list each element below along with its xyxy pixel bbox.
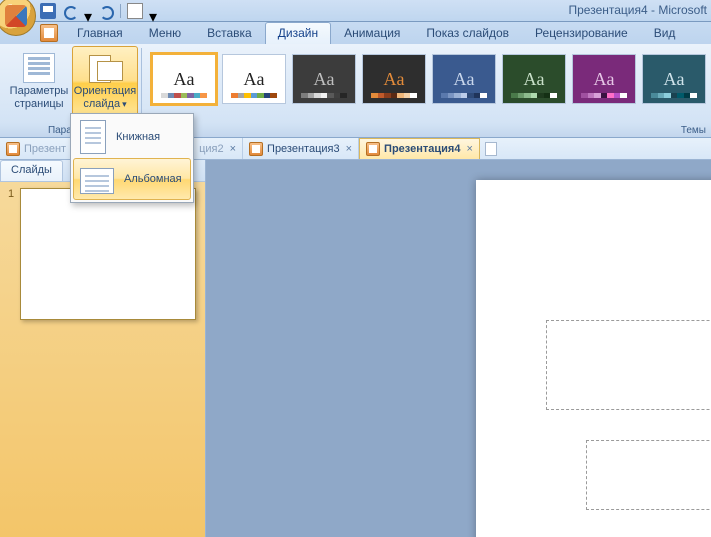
undo-icon[interactable]	[62, 3, 78, 19]
undo-dropdown-icon[interactable]: ▾	[84, 7, 92, 15]
thumbnail-row[interactable]: 1	[8, 188, 197, 320]
orientation-dropdown: Книжная Альбомная	[70, 113, 194, 203]
theme-sample-text: Aa	[664, 70, 685, 88]
theme-swatch-row	[371, 93, 417, 98]
subtitle-placeholder[interactable]: Под	[586, 440, 711, 510]
portrait-icon	[80, 120, 106, 154]
page-parameters-button[interactable]: Параметры страницы	[6, 46, 72, 118]
close-icon[interactable]: ×	[466, 143, 472, 155]
theme-thumbnail[interactable]: Aa	[222, 54, 286, 104]
ribbon-tabs: Главная Меню Вставка Дизайн Анимация Пок…	[0, 22, 711, 44]
theme-swatch-row	[231, 93, 277, 98]
tab-home[interactable]: Главная	[64, 22, 136, 44]
theme-thumbnail[interactable]: Aa	[362, 54, 426, 104]
theme-thumbnail[interactable]: Aa	[502, 54, 566, 104]
save-icon[interactable]	[40, 3, 56, 19]
doc-tab[interactable]: Презентация3 ×	[243, 138, 359, 159]
slide-orientation-button[interactable]: Ориентация слайда	[72, 46, 138, 118]
theme-sample-text: Aa	[524, 70, 545, 88]
tab-insert[interactable]: Вставка	[194, 22, 265, 44]
new-document-button[interactable]	[480, 138, 502, 159]
theme-thumbnail[interactable]: Aa	[432, 54, 496, 104]
page-parameters-icon	[23, 53, 55, 83]
orientation-landscape-label: Альбомная	[124, 173, 182, 185]
thumbnail-number: 1	[8, 188, 14, 200]
landscape-icon	[80, 168, 114, 194]
window-title: Презентация4 - Microsoft	[569, 3, 708, 17]
powerpoint-doc-icon	[366, 142, 380, 156]
doc-tab-label: Презент	[24, 143, 66, 155]
close-icon[interactable]: ×	[230, 143, 236, 155]
orientation-portrait-label: Книжная	[116, 131, 160, 143]
powerpoint-icon	[40, 24, 58, 42]
qat-customize-icon[interactable]: ▾	[149, 7, 157, 15]
theme-thumbnail[interactable]: Aa	[292, 54, 356, 104]
tab-design[interactable]: Дизайн	[265, 22, 331, 44]
powerpoint-doc-icon	[249, 142, 263, 156]
redo-icon[interactable]	[98, 3, 114, 19]
theme-thumbnail[interactable]: Aa	[152, 54, 216, 104]
theme-swatch-row	[511, 93, 557, 98]
page-parameters-label: Параметры страницы	[10, 85, 69, 110]
tab-animation[interactable]: Анимация	[331, 22, 413, 44]
title-bar: ▾ ▾ Презентация4 - Microsoft	[0, 0, 711, 22]
slide-orientation-label: Ориентация слайда	[74, 85, 136, 110]
quick-access-toolbar: ▾ ▾	[40, 0, 157, 21]
theme-sample-text: Aa	[314, 70, 335, 88]
doc-tab-active[interactable]: Презентация4 ×	[359, 138, 480, 159]
qat-separator	[120, 4, 121, 18]
doc-tab-label: ция2	[199, 143, 224, 155]
title-placeholder[interactable]: Заго	[546, 320, 711, 410]
orientation-landscape[interactable]: Альбомная	[73, 158, 191, 200]
theme-sample-text: Aa	[244, 70, 265, 88]
thumbnails-area: 1	[0, 182, 205, 537]
orientation-portrait[interactable]: Книжная	[73, 116, 191, 158]
doc-tab-label: Презентация4	[384, 143, 460, 155]
theme-sample-text: Aa	[454, 70, 475, 88]
tab-slideshow[interactable]: Показ слайдов	[413, 22, 522, 44]
powerpoint-doc-icon	[6, 142, 20, 156]
doc-tab-label: Презентация3	[267, 143, 340, 155]
ribbon-group-label-themes: Темы	[681, 125, 706, 136]
slides-panel: Слайды 1	[0, 160, 206, 537]
slide[interactable]: Заго Под	[476, 180, 711, 537]
doc-tab[interactable]: Презент	[0, 138, 73, 159]
slide-canvas[interactable]: Заго Под	[206, 160, 711, 537]
home-icon[interactable]	[127, 3, 143, 19]
theme-swatch-row	[651, 93, 697, 98]
theme-swatch-row	[581, 93, 627, 98]
tab-review[interactable]: Рецензирование	[522, 22, 641, 44]
new-document-icon	[485, 142, 497, 156]
workspace: Слайды 1 Заго Под	[0, 160, 711, 537]
theme-thumbnail[interactable]: Aa	[572, 54, 636, 104]
tab-menu[interactable]: Меню	[136, 22, 194, 44]
theme-thumbnail[interactable]: Aa	[642, 54, 706, 104]
theme-swatch-row	[441, 93, 487, 98]
ribbon-group-themes: Aa Aa Aa Aa Aa Aa Aa Aa Темы	[142, 44, 711, 137]
theme-sample-text: Aa	[384, 70, 405, 88]
close-icon[interactable]: ×	[346, 143, 352, 155]
doc-tab[interactable]: ция2 ×	[193, 138, 243, 159]
theme-sample-text: Aa	[174, 70, 195, 88]
tab-view[interactable]: Вид	[641, 22, 689, 44]
theme-swatch-row	[301, 93, 347, 98]
orientation-icon	[89, 53, 121, 83]
theme-sample-text: Aa	[594, 70, 615, 88]
slide-thumbnail[interactable]	[20, 188, 196, 320]
themes-gallery: Aa Aa Aa Aa Aa Aa Aa Aa	[146, 46, 711, 137]
theme-swatch-row	[161, 93, 207, 98]
slides-tab[interactable]: Слайды	[0, 160, 63, 181]
